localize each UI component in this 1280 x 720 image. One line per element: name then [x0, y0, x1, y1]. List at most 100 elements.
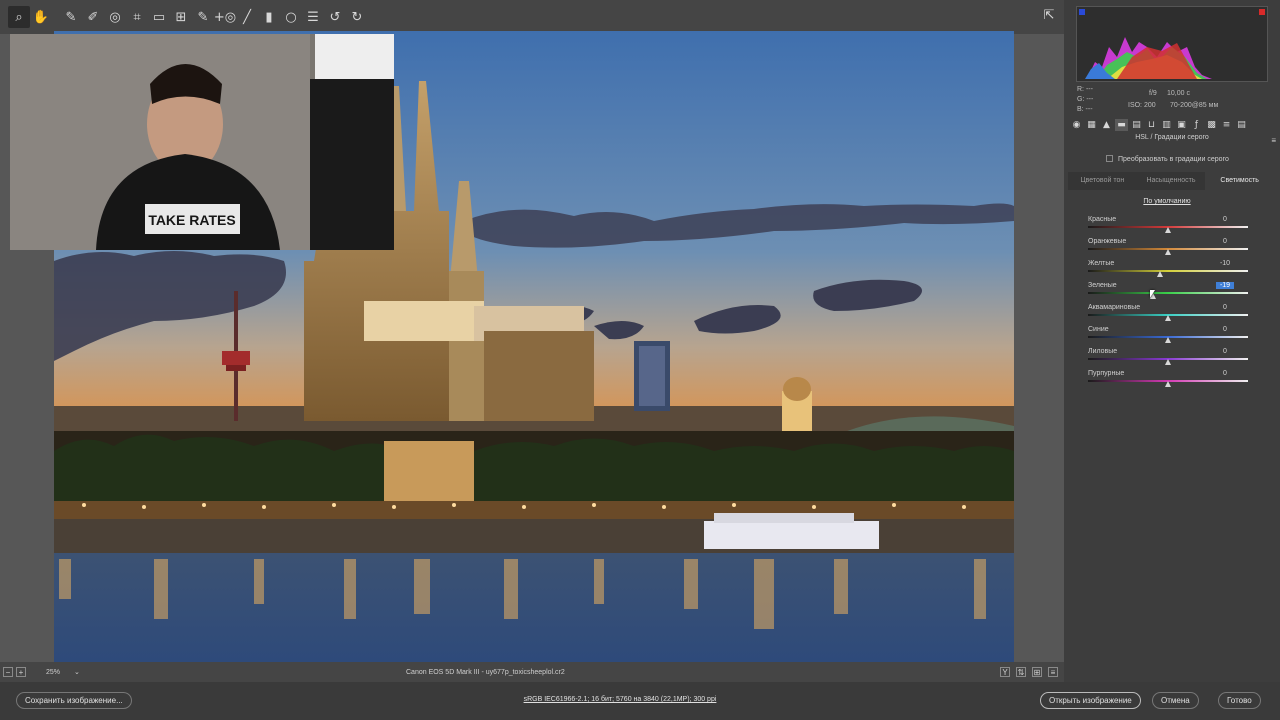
- bottom-bar: Сохранить изображение... sRGB IEC61966-2…: [0, 682, 1280, 720]
- split-toning-icon[interactable]: ▤: [1130, 119, 1143, 131]
- lens-corrections-icon[interactable]: ⊔: [1145, 119, 1158, 131]
- fullscreen-icon[interactable]: ⇱: [1040, 8, 1058, 26]
- graduated-filter-icon[interactable]: ▮: [258, 6, 280, 28]
- slider-row: Аквамариновые 0: [1088, 304, 1248, 326]
- white-balance-icon[interactable]: ✎: [60, 6, 82, 28]
- open-image-button[interactable]: Открыть изображение: [1040, 692, 1141, 709]
- camera-calibration-icon[interactable]: ▣: [1175, 119, 1188, 131]
- panel-tabs: ◉ ▦ ▲ ▬ ▤ ⊔ ▥ ▣ ƒ ▩ ≡ ▤: [1068, 118, 1280, 132]
- slider-value-input[interactable]: -10: [1216, 260, 1234, 267]
- slider-thumb[interactable]: [1165, 315, 1171, 321]
- slider-thumb[interactable]: [1165, 359, 1171, 365]
- snapshots-icon[interactable]: ▤: [1235, 119, 1248, 131]
- before-after-icon[interactable]: Y: [1000, 667, 1010, 677]
- lens-value: 70-200@85 мм: [1170, 102, 1219, 109]
- slider-row: Синие 0: [1088, 326, 1248, 348]
- camera-icon[interactable]: ▩: [1205, 119, 1218, 131]
- crop-icon[interactable]: ⌗: [126, 6, 148, 28]
- webcam-feed: TAKE RATES: [10, 34, 394, 250]
- color-sampler-icon[interactable]: ✐: [82, 6, 104, 28]
- slider-value-input[interactable]: 0: [1216, 238, 1234, 245]
- slider-label: Оранжевые: [1088, 238, 1127, 245]
- detail-icon[interactable]: ▲: [1100, 119, 1113, 131]
- slider-value-input[interactable]: 0: [1216, 304, 1234, 311]
- radial-filter-icon[interactable]: ○: [280, 6, 302, 28]
- red-eye-icon[interactable]: +◎: [214, 6, 236, 28]
- fx-icon[interactable]: ƒ: [1190, 119, 1203, 131]
- tab-luminance[interactable]: Светимость: [1205, 172, 1275, 190]
- slider-thumb[interactable]: [1165, 337, 1171, 343]
- tone-curve-icon[interactable]: ▦: [1085, 119, 1098, 131]
- slider-row: Зеленые -19: [1088, 282, 1248, 304]
- slider-label: Красные: [1088, 216, 1117, 223]
- done-button[interactable]: Готово: [1218, 692, 1261, 709]
- brush-icon[interactable]: ╱: [236, 6, 258, 28]
- preview-settings-icon[interactable]: ≡: [1048, 667, 1058, 677]
- slider-thumb[interactable]: [1157, 271, 1163, 277]
- cancel-button[interactable]: Отмена: [1152, 692, 1199, 709]
- status-bar: − + 25% ⌄ Canon EOS 5D Mark III - uy677p…: [0, 662, 1064, 682]
- slider-thumb[interactable]: [1165, 227, 1171, 233]
- rotate-right-icon[interactable]: ↻: [346, 6, 368, 28]
- section-title: HSL / Градации серого: [1135, 134, 1209, 141]
- straighten-icon[interactable]: ▭: [148, 6, 170, 28]
- iso-value: ISO: 200: [1128, 102, 1156, 109]
- zoom-dropdown-icon[interactable]: ⌄: [74, 668, 80, 676]
- hsl-icon[interactable]: ▬: [1115, 119, 1128, 131]
- adjustments-panel: R: --- G: --- B: --- f/9 10,00 с ISO: 20…: [1064, 0, 1280, 682]
- presets-panel-icon[interactable]: ≡: [1220, 119, 1233, 131]
- slider-value-input[interactable]: 0: [1216, 370, 1234, 377]
- grayscale-label: Преобразовать в градации серого: [1118, 156, 1229, 163]
- swap-icon[interactable]: ⇅: [1016, 667, 1026, 677]
- b-readout: B: ---: [1077, 106, 1093, 113]
- effects-icon[interactable]: ▥: [1160, 119, 1173, 131]
- copy-settings-icon[interactable]: ⊞: [1032, 667, 1042, 677]
- slider-value-input[interactable]: -19: [1216, 282, 1234, 289]
- zoom-out-button[interactable]: −: [3, 667, 13, 677]
- slider-label: Пурпурные: [1088, 370, 1125, 377]
- slider-row: Желтые -10: [1088, 260, 1248, 282]
- workflow-options-link[interactable]: sRGB IEC61966-2.1; 16 бит; 5760 на 3840 …: [440, 696, 800, 703]
- file-name: Canon EOS 5D Mark III - uy677p_toxicshee…: [406, 668, 565, 676]
- zoom-icon[interactable]: ⌕: [8, 6, 30, 28]
- g-readout: G: ---: [1077, 96, 1094, 103]
- histogram-graph: [1077, 7, 1267, 81]
- shirt-text: TAKE RATES: [148, 212, 235, 228]
- zoom-in-button[interactable]: +: [16, 667, 26, 677]
- histogram: [1076, 6, 1268, 82]
- slider-value-input[interactable]: 0: [1216, 326, 1234, 333]
- zoom-level: 25%: [46, 668, 61, 676]
- slider-row: Оранжевые 0: [1088, 238, 1248, 260]
- tab-saturation[interactable]: Насыщенность: [1136, 172, 1206, 190]
- presets-icon[interactable]: ☰: [302, 6, 324, 28]
- slider-row: Пурпурные 0: [1088, 370, 1248, 392]
- slider-label: Аквамариновые: [1088, 304, 1141, 311]
- slider-value-input[interactable]: 0: [1216, 348, 1234, 355]
- slider-track[interactable]: [1088, 292, 1248, 294]
- grayscale-checkbox[interactable]: [1106, 155, 1113, 162]
- slider-thumb[interactable]: [1165, 249, 1171, 255]
- slider-label: Лиловые: [1088, 348, 1118, 355]
- rotate-left-icon[interactable]: ↺: [324, 6, 346, 28]
- slider-row: Лиловые 0: [1088, 348, 1248, 370]
- slider-label: Желтые: [1088, 260, 1115, 267]
- spot-removal-icon[interactable]: ✎: [192, 6, 214, 28]
- shutter-value: 10,00 с: [1167, 90, 1190, 97]
- slider-track[interactable]: [1088, 270, 1248, 272]
- basic-panel-icon[interactable]: ◉: [1070, 119, 1083, 131]
- hsl-tabs: Цветовой тон Насыщенность Светимость: [1068, 172, 1275, 190]
- slider-thumb[interactable]: [1165, 381, 1171, 387]
- save-image-button[interactable]: Сохранить изображение...: [16, 692, 132, 709]
- slider-value-input[interactable]: 0: [1216, 216, 1234, 223]
- tool-bar: ⌕ ✋ ✎ ✐ ◎ ⌗ ▭ ⊞ ✎ +◎ ╱ ▮ ○ ☰ ↺ ↻ ⇱: [0, 0, 1064, 34]
- default-link[interactable]: По умолчанию: [1064, 198, 1270, 205]
- hand-icon[interactable]: ✋: [30, 6, 52, 28]
- mouse-cursor: [1150, 290, 1155, 298]
- grayscale-toggle[interactable]: Преобразовать в градации серого: [1106, 155, 1229, 163]
- transform-icon[interactable]: ⊞: [170, 6, 192, 28]
- target-adjust-icon[interactable]: ◎: [104, 6, 126, 28]
- tab-hue[interactable]: Цветовой тон: [1068, 172, 1137, 190]
- slider-label: Синие: [1088, 326, 1109, 333]
- aperture-value: f/9: [1149, 90, 1157, 97]
- slider-row: Красные 0: [1088, 216, 1248, 238]
